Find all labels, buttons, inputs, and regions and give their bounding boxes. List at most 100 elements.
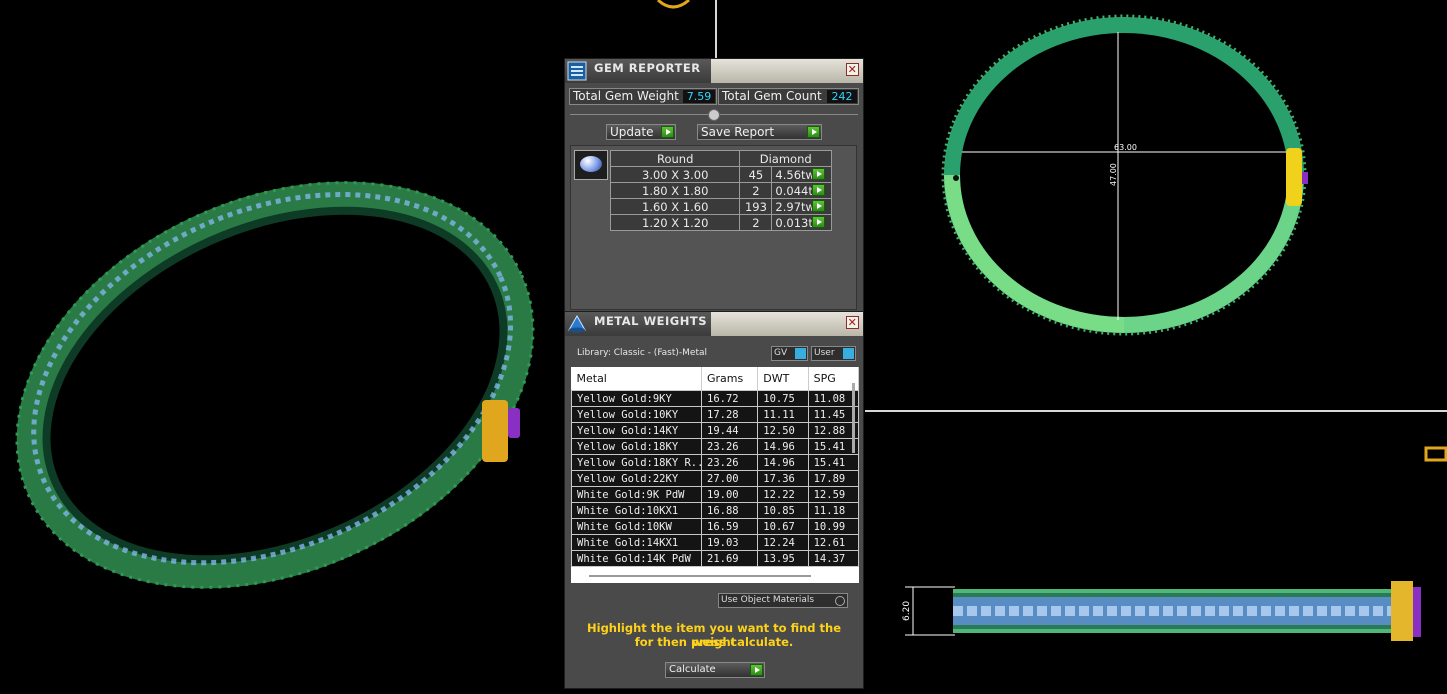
table-row[interactable]: Yellow Gold:18KY R... 23.26 14.96 15.41 [571,454,859,471]
metal-name: Yellow Gold:18KY R... [571,454,702,471]
metal-weights-titlebar[interactable]: METAL WEIGHTS ✕ [565,312,863,336]
gem-table: Round Diamond 3.00 X 3.00 45 4.56tw 1.80… [609,150,832,231]
metal-weights-title: METAL WEIGHTS [594,314,707,328]
table-row[interactable]: Yellow Gold:22KY 27.00 17.36 17.89 [571,470,859,487]
dwt-value: 10.75 [757,390,809,407]
dim-height-label: 47.00 [1109,163,1118,186]
table-row[interactable]: Yellow Gold:14KY 19.44 12.50 12.88 [571,422,859,439]
metal-weights-icon [568,314,586,333]
select-gem-row-button[interactable] [812,200,825,212]
grams-value: 16.72 [700,390,759,407]
metal-name: Yellow Gold:18KY [571,438,702,455]
dwt-value: 12.22 [757,486,809,503]
table-row[interactable]: Yellow Gold:9KY 16.72 10.75 11.08 [571,390,859,407]
gem-size: 1.80 X 1.80 [609,182,741,199]
select-gem-row-button[interactable] [812,216,825,228]
metal-weights-list[interactable]: Metal Grams DWT SPG Yellow Gold:9KY 16.72… [571,367,859,583]
horizontal-scrollbar[interactable] [589,575,811,577]
metal-name: Yellow Gold:10KY [571,406,702,423]
collapse-icon[interactable] [708,109,720,121]
spg-value: 15.41 [807,454,859,471]
dwt-value: 14.96 [757,438,809,455]
select-gem-row-button[interactable] [812,168,825,180]
library-label: Library: Classic - (Fast)-Metal [577,348,708,358]
gem-row[interactable]: 3.00 X 3.00 45 4.56tw [609,166,832,183]
gem-count: 2 [739,214,773,231]
play-icon [661,126,674,138]
close-icon[interactable]: ✕ [846,63,859,76]
table-row[interactable]: Yellow Gold:18KY 23.26 14.96 15.41 [571,438,859,455]
close-icon[interactable]: ✕ [846,316,859,329]
use-object-materials-label: Use Object Materials [721,595,815,605]
select-gem-row-button[interactable] [812,184,825,196]
gem-size: 3.00 X 3.00 [609,166,741,183]
spg-value: 11.18 [807,502,859,519]
use-object-materials-toggle[interactable]: Use Object Materials [718,593,848,608]
metal-name: Yellow Gold:14KY [571,422,702,439]
grams-column-header[interactable]: Grams [701,367,759,391]
gv-toggle[interactable]: GV [771,346,808,361]
round-gem-icon [574,150,608,180]
metal-name: White Gold:14KX1 [571,534,702,551]
gem-list-area: Round Diamond 3.00 X 3.00 45 4.56tw 1.80… [570,145,857,310]
radio-icon [835,596,845,606]
gem-reporter-panel: GEM REPORTER ✕ Total Gem Weight 7.59 Tot… [564,58,864,312]
grams-value: 16.88 [700,502,759,519]
vertical-scrollbar[interactable] [852,383,855,453]
dim-side-label: 6.20 [902,601,912,621]
gem-count: 193 [739,198,773,215]
gem-count: 45 [739,166,773,183]
dwt-value: 12.50 [757,422,809,439]
table-row[interactable]: White Gold:9K PdW 19.00 12.22 12.59 [571,486,859,503]
table-row[interactable]: Yellow Gold:10KY 17.28 11.11 11.45 [571,406,859,423]
play-icon [807,126,820,138]
dwt-column-header[interactable]: DWT [757,367,809,391]
table-row[interactable]: White Gold:10KW 16.59 10.67 10.99 [571,518,859,535]
dwt-value: 17.36 [757,470,809,487]
save-report-button[interactable]: Save Report [697,124,822,140]
total-gem-count-field: Total Gem Count 242 [718,88,859,105]
metal-column-header[interactable]: Metal [571,367,702,391]
grams-value: 19.03 [700,534,759,551]
spg-column-header[interactable]: SPG [808,367,859,391]
metal-name: White Gold:10KW [571,518,702,535]
spg-value: 11.08 [807,390,859,407]
save-report-button-label: Save Report [701,125,775,139]
table-row[interactable]: White Gold:14KX1 19.03 12.24 12.61 [571,534,859,551]
gem-reporter-titlebar[interactable]: GEM REPORTER ✕ [565,59,863,83]
bracelet-clasp [482,400,520,462]
gem-row[interactable]: 1.60 X 1.60 193 2.97tw [609,198,832,215]
table-row[interactable]: White Gold:14K PdW 21.69 13.95 14.37 [571,550,859,567]
perspective-view[interactable] [0,140,560,610]
metal-name: Yellow Gold:22KY [571,470,702,487]
metal-name: White Gold:14K PdW [571,550,702,567]
table-row[interactable]: White Gold:10KX1 16.88 10.85 11.18 [571,502,859,519]
grams-value: 19.00 [700,486,759,503]
gem-reporter-title: GEM REPORTER [594,61,701,75]
user-toggle-label: User [814,348,835,358]
spg-value: 14.37 [807,550,859,567]
total-gem-count-value: 242 [827,90,857,103]
dim-width-label: 63.00 [1114,143,1137,152]
total-gem-count-label: Total Gem Count [722,89,822,103]
gem-size: 1.60 X 1.60 [609,198,741,215]
top-view[interactable]: 63.00 47.00 [940,10,1320,350]
gem-type-header: Diamond [739,150,832,167]
dwt-value: 13.95 [757,550,809,567]
dwt-value: 14.96 [757,454,809,471]
dwt-value: 12.24 [757,534,809,551]
gem-reporter-icon [567,61,587,81]
calculate-button[interactable]: Calculate [665,662,765,678]
side-view[interactable]: 6.20 [895,575,1447,650]
grams-value: 23.26 [700,438,759,455]
gem-row[interactable]: 1.20 X 1.20 2 0.013tw [609,214,832,231]
update-button[interactable]: Update [606,124,676,140]
total-gem-weight-field: Total Gem Weight 7.59 [569,88,717,105]
spg-value: 10.99 [807,518,859,535]
viewport-divider-vertical [715,0,717,58]
calculate-button-label: Calculate [669,664,716,675]
dwt-value: 10.85 [757,502,809,519]
spg-value: 12.61 [807,534,859,551]
gem-row[interactable]: 1.80 X 1.80 2 0.044tw [609,182,832,199]
user-toggle[interactable]: User [811,346,856,361]
